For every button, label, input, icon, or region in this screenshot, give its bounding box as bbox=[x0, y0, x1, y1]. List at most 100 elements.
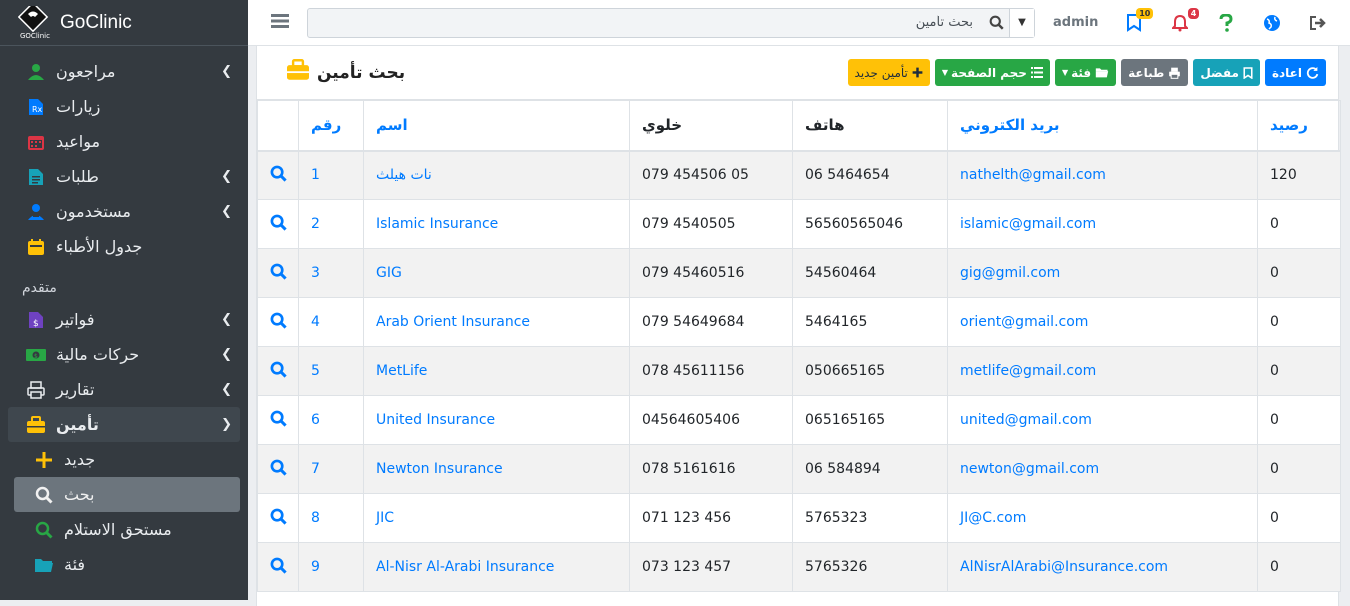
flag-icon[interactable]: 10 bbox=[1124, 7, 1154, 33]
column-header-actions bbox=[257, 100, 299, 152]
sidebar-item-users[interactable]: مستخدمون ❮ bbox=[8, 194, 240, 229]
bell-icon[interactable]: 4 bbox=[1170, 7, 1200, 33]
cell-email[interactable]: metlife@gmail.com bbox=[947, 346, 1258, 396]
print-button[interactable]: طباعة bbox=[1121, 59, 1189, 86]
cell-id[interactable]: 5 bbox=[298, 346, 364, 396]
sidebar-item-visits[interactable]: Rx زيارات bbox=[8, 89, 240, 124]
cell-balance: 0 bbox=[1257, 199, 1341, 249]
view-row-button[interactable] bbox=[257, 297, 299, 347]
sidebar-item-invoices[interactable]: $ فواتير ❮ bbox=[8, 302, 240, 337]
search-input[interactable] bbox=[308, 8, 983, 37]
svg-text:$: $ bbox=[34, 353, 38, 360]
sidebar-item-doctors-schedule[interactable]: جدول الأطباء bbox=[8, 229, 240, 264]
column-header-balance[interactable]: رصيد bbox=[1257, 100, 1341, 152]
page-title: بحث تأمين bbox=[285, 59, 405, 86]
column-header-id[interactable]: رقم bbox=[298, 100, 364, 152]
search-dropdown-caret-icon[interactable]: ▼ bbox=[1009, 8, 1034, 37]
cell-name[interactable]: MetLife bbox=[363, 346, 630, 396]
globe-icon[interactable] bbox=[1262, 13, 1282, 33]
view-row-button[interactable] bbox=[257, 346, 299, 396]
cell-id[interactable]: 2 bbox=[298, 199, 364, 249]
sidebar-item-patients[interactable]: مراجعون ❮ bbox=[8, 54, 240, 89]
cell-name[interactable]: نات هيلث bbox=[363, 150, 630, 200]
view-row-button[interactable] bbox=[257, 542, 299, 592]
brand-name: GoClinic bbox=[60, 11, 132, 33]
invoice-icon: $ bbox=[26, 310, 46, 330]
reload-button[interactable]: اعادة bbox=[1264, 59, 1326, 86]
sidebar-item-insurance[interactable]: تأمين ❯ bbox=[8, 407, 240, 442]
sidebar-subitem-search[interactable]: بحث bbox=[14, 477, 240, 512]
cell-email[interactable]: united@gmail.com bbox=[947, 395, 1258, 445]
cell-name[interactable]: Islamic Insurance bbox=[363, 199, 630, 249]
help-icon[interactable] bbox=[1216, 13, 1236, 33]
sidebar-item-label: طلبات bbox=[56, 167, 99, 186]
chevron-down-icon: ❯ bbox=[221, 417, 232, 432]
sidebar-item-appointments[interactable]: مواعيد bbox=[8, 124, 240, 159]
search-icon[interactable] bbox=[983, 9, 1009, 37]
plus-icon bbox=[34, 450, 54, 470]
brand[interactable]: GOClinic GoClinic bbox=[0, 0, 248, 46]
cell-email[interactable]: gig@gmil.com bbox=[947, 248, 1258, 298]
column-header-phone: هاتف bbox=[792, 100, 948, 152]
cell-id[interactable]: 9 bbox=[298, 542, 364, 592]
favorite-button[interactable]: مفضل bbox=[1193, 59, 1260, 86]
sidebar-item-label: زيارات bbox=[56, 97, 101, 116]
table-row: 5 MetLife 078 45611156 050665165 metlife@gma… bbox=[257, 346, 1341, 396]
sidebar-item-reports[interactable]: تقارير ❮ bbox=[8, 372, 240, 407]
cell-email[interactable]: newton@gmail.com bbox=[947, 444, 1258, 494]
logout-icon[interactable] bbox=[1308, 13, 1328, 33]
chevron-left-icon: ❮ bbox=[221, 382, 232, 397]
calendar-check-icon bbox=[26, 237, 46, 257]
folder-open-icon bbox=[1095, 67, 1109, 78]
insurance-table: رقم اسم خلوي هاتف بريد الكتروني رصيد 1 نا… bbox=[257, 100, 1341, 592]
sidebar-subitem-category[interactable]: فئة bbox=[8, 547, 240, 582]
cell-id[interactable]: 3 bbox=[298, 248, 364, 298]
column-header-email[interactable]: بريد الكتروني bbox=[947, 100, 1258, 152]
table-row: 4 Arab Orient Insurance 079 54649684 546416… bbox=[257, 297, 1341, 347]
toolbar: تأمين جديد ▼ حجم الصفحة ▼ فئة طباعة مفضل bbox=[847, 59, 1326, 86]
menu-toggle-icon[interactable] bbox=[271, 13, 291, 33]
view-row-button[interactable] bbox=[257, 493, 299, 543]
view-row-button[interactable] bbox=[257, 199, 299, 249]
sidebar-item-requests[interactable]: طلبات ❮ bbox=[8, 159, 240, 194]
cell-name[interactable]: Al-Nisr Al-Arabi Insurance bbox=[363, 542, 630, 592]
search-icon bbox=[270, 214, 287, 235]
cell-id[interactable]: 8 bbox=[298, 493, 364, 543]
cell-id[interactable]: 1 bbox=[298, 150, 364, 200]
cell-email[interactable]: nathelth@gmail.com bbox=[947, 150, 1258, 200]
search-icon bbox=[34, 520, 54, 540]
new-insurance-button[interactable]: تأمين جديد bbox=[847, 59, 930, 86]
view-row-button[interactable] bbox=[257, 395, 299, 445]
chevron-left-icon: ❮ bbox=[221, 312, 232, 327]
cell-email[interactable]: AlNisrAlArabi@Insurance.com bbox=[947, 542, 1258, 592]
cell-email[interactable]: orient@gmail.com bbox=[947, 297, 1258, 347]
cell-id[interactable]: 6 bbox=[298, 395, 364, 445]
sidebar-subitem-receivable[interactable]: مستحق الاستلام bbox=[8, 512, 240, 547]
view-row-button[interactable] bbox=[257, 444, 299, 494]
user-name[interactable]: admin bbox=[1053, 15, 1098, 30]
sidebar-item-transactions[interactable]: $ حركات مالية ❮ bbox=[8, 337, 240, 372]
cell-email[interactable]: islamic@gmail.com bbox=[947, 199, 1258, 249]
cell-email[interactable]: JI@C.com bbox=[947, 493, 1258, 543]
cell-name[interactable]: JIC bbox=[363, 493, 630, 543]
sidebar-item-label: فواتير bbox=[56, 310, 95, 329]
view-row-button[interactable] bbox=[257, 248, 299, 298]
cell-name[interactable]: United Insurance bbox=[363, 395, 630, 445]
table-row: 1 نات هيلث 079 454506 05 06 5464654 nathelth… bbox=[257, 150, 1341, 200]
cell-name[interactable]: GIG bbox=[363, 248, 630, 298]
page-size-button[interactable]: ▼ حجم الصفحة bbox=[934, 59, 1050, 86]
file-list-icon bbox=[26, 167, 46, 187]
category-button[interactable]: ▼ فئة bbox=[1054, 59, 1117, 86]
chevron-left-icon: ❮ bbox=[221, 347, 232, 362]
cell-balance: 0 bbox=[1257, 297, 1341, 347]
sidebar-subitem-new[interactable]: جديد bbox=[8, 442, 240, 477]
chevron-left-icon: ❮ bbox=[221, 204, 232, 219]
view-row-button[interactable] bbox=[257, 150, 299, 200]
cell-id[interactable]: 4 bbox=[298, 297, 364, 347]
cell-mobile: 071 123 456 bbox=[629, 493, 793, 543]
cell-id[interactable]: 7 bbox=[298, 444, 364, 494]
table-header-row: رقم اسم خلوي هاتف بريد الكتروني رصيد bbox=[257, 100, 1341, 152]
cell-name[interactable]: Newton Insurance bbox=[363, 444, 630, 494]
cell-name[interactable]: Arab Orient Insurance bbox=[363, 297, 630, 347]
column-header-name[interactable]: اسم bbox=[363, 100, 630, 152]
